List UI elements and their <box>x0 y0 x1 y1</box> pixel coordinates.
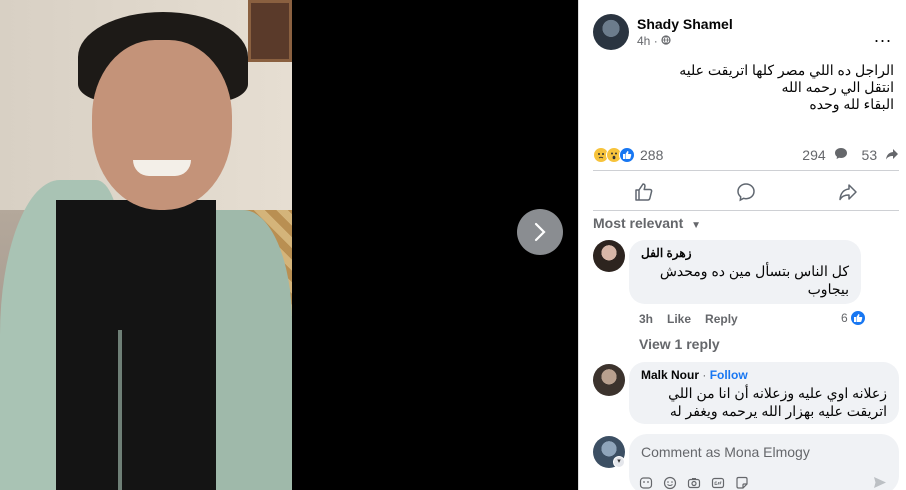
shares-count-link[interactable]: 53 <box>862 147 899 163</box>
shares-count: 53 <box>861 147 878 163</box>
comment-time[interactable]: 3h <box>639 312 653 326</box>
share-button[interactable] <box>803 176 893 208</box>
comment-composer: ▾ Comment as Mona Elmogy <box>593 434 899 490</box>
comment-bubble: Malk Nour · Follow زعلانه اوي عليه وزعلا… <box>629 362 899 424</box>
author-avatar[interactable] <box>593 14 629 50</box>
name-separator: · <box>699 368 710 382</box>
reactions-count: 288 <box>640 147 664 163</box>
post-time[interactable]: 4h <box>637 34 650 48</box>
caret-down-icon: ▼ <box>691 220 702 231</box>
post-line: الراجل ده اللي مصر كلها اتريقت عليه <box>679 62 894 78</box>
media-viewer <box>0 0 578 490</box>
post-panel: Shady Shamel 4h · ... الراجل ده اللي مصر… <box>578 0 906 490</box>
comment-text: كل الناس بتسأل مين ده ومحدش بيجاوب <box>659 263 849 297</box>
follow-button[interactable]: Follow <box>710 368 748 382</box>
divider <box>593 170 899 171</box>
commenter-name[interactable]: Malk Nour <box>641 368 699 382</box>
next-photo-button[interactable] <box>517 209 563 255</box>
post-stats: 288 294 53 <box>593 145 899 165</box>
comment-reply-button[interactable]: Reply <box>705 312 738 326</box>
comment-meta: 3h Like Reply <box>639 312 738 326</box>
share-icon <box>839 184 857 201</box>
comment-like-button[interactable]: Like <box>667 312 691 326</box>
comment-likes: 6 <box>841 311 848 325</box>
sticker-icon[interactable] <box>735 476 749 490</box>
comment-input[interactable]: Comment as Mona Elmogy <box>629 434 899 490</box>
avatar-sticker-icon[interactable] <box>639 476 653 490</box>
post-line: البقاء لله وحده <box>809 96 894 112</box>
divider <box>593 210 899 211</box>
comment-bubble-icon <box>834 147 848 163</box>
photo-picture-frame <box>248 0 292 62</box>
composer-tools <box>639 476 749 490</box>
comment-like-count[interactable]: 6 <box>841 310 866 326</box>
post-line: انتقل الي رحمه الله <box>781 79 895 95</box>
chevron-down-icon[interactable]: ▾ <box>613 456 625 468</box>
commenter-name[interactable]: زهرة الفل <box>641 246 849 260</box>
gif-icon[interactable] <box>711 476 725 490</box>
comment-icon <box>737 183 755 202</box>
like-reaction-icon <box>849 310 866 326</box>
sort-label: Most relevant <box>593 215 684 231</box>
post-text: الراجل ده اللي مصر كلها اتريقت عليه انتق… <box>594 62 894 113</box>
send-icon[interactable] <box>873 476 887 490</box>
commenter-header: Malk Nour · Follow <box>641 368 887 382</box>
post-actions <box>593 174 899 210</box>
photo-face <box>92 40 232 210</box>
commenter-avatar[interactable] <box>593 364 625 396</box>
like-button[interactable] <box>599 176 689 208</box>
dot-separator: · <box>653 34 658 48</box>
share-arrow-icon <box>885 147 899 163</box>
photo-smile <box>133 160 191 176</box>
emoji-icon[interactable] <box>663 476 677 490</box>
post-meta: 4h · <box>637 34 733 48</box>
camera-icon[interactable] <box>687 476 701 490</box>
more-options-button[interactable]: ... <box>874 26 892 47</box>
comments-count: 294 <box>802 147 826 163</box>
comment-input-placeholder: Comment as Mona Elmogy <box>641 444 810 460</box>
like-icon <box>635 183 653 201</box>
comment-text: زعلانه اوي عليه وزعلانه أن انا من اللي ا… <box>668 385 887 419</box>
engagement-counts: 294 53 <box>802 147 899 163</box>
view-replies-link[interactable]: View 1 reply <box>639 336 720 352</box>
photo-shirt <box>56 200 216 490</box>
like-reaction-icon <box>619 147 635 163</box>
author-name[interactable]: Shady Shamel <box>637 16 733 32</box>
chevron-right-icon <box>534 222 546 242</box>
comments-count-link[interactable]: 294 <box>802 147 847 163</box>
comment-sort-dropdown[interactable]: Most relevant ▼ <box>593 215 701 231</box>
globe-icon <box>661 34 671 48</box>
photo-zipper <box>118 330 122 490</box>
post-photo[interactable] <box>0 0 292 490</box>
comment-item: زهرة الفل كل الناس بتسأل مين ده ومحدش بي… <box>593 240 899 360</box>
post-author: Shady Shamel 4h · <box>593 14 733 50</box>
commenter-avatar[interactable] <box>593 240 625 272</box>
comment-button[interactable] <box>701 176 791 208</box>
comment-bubble: زهرة الفل كل الناس بتسأل مين ده ومحدش بي… <box>629 240 861 304</box>
comment-item: Malk Nour · Follow زعلانه اوي عليه وزعلا… <box>593 362 899 430</box>
reactions-summary[interactable]: 288 <box>593 147 663 163</box>
